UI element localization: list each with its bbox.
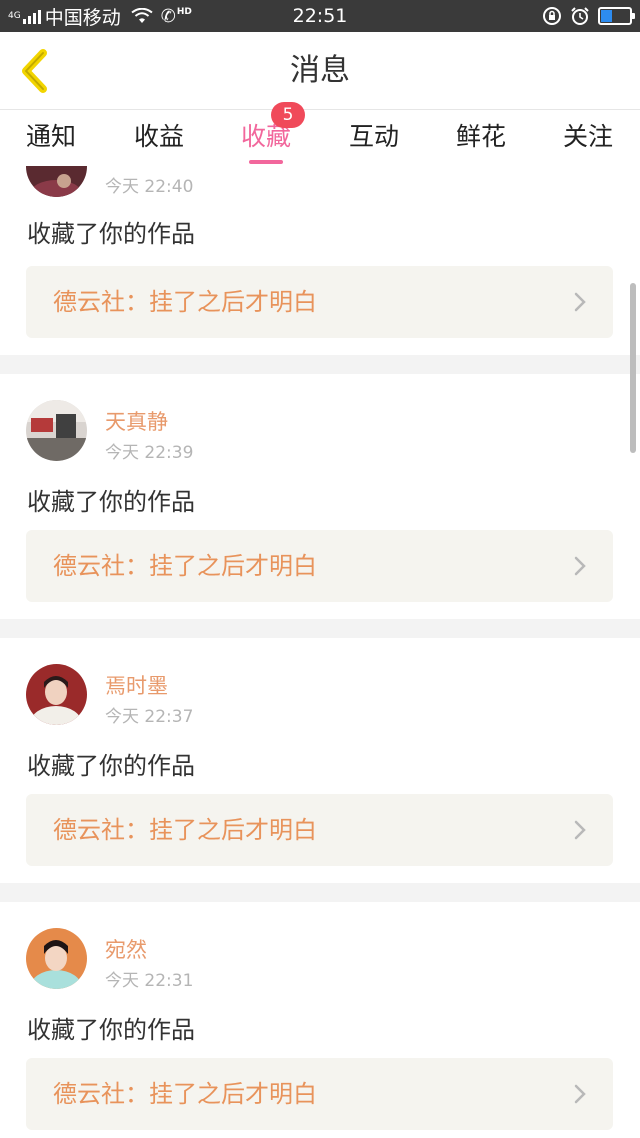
work-link[interactable]: 德云社：挂了之后才明白 <box>26 530 613 602</box>
tab-bar: 通知 收益 收藏 5 互动 鲜花 关注 <box>0 102 640 166</box>
tab-label: 鲜花 <box>455 122 506 151</box>
unread-badge: 5 <box>271 102 305 128</box>
chevron-right-icon <box>574 1084 586 1104</box>
work-title: 德云社：挂了之后才明白 <box>53 288 317 316</box>
nickname[interactable]: 焉时墨 <box>105 670 168 700</box>
message-time: 今天 22:31 <box>105 971 194 991</box>
list-item: 宛然 今天 22:31 收藏了你的作品 德云社：挂了之后才明白 <box>0 902 640 1138</box>
list-item: 今天 22:40 收藏了你的作品 德云社：挂了之后才明白 <box>0 166 640 355</box>
message-time: 今天 22:39 <box>105 443 194 463</box>
chevron-right-icon <box>574 820 586 840</box>
tab-following[interactable]: 关注 <box>548 110 628 166</box>
chevron-right-icon <box>574 292 586 312</box>
tab-favorites[interactable]: 收藏 5 <box>226 102 306 166</box>
avatar[interactable] <box>26 400 87 461</box>
work-title: 德云社：挂了之后才明白 <box>53 816 317 844</box>
tab-notifications[interactable]: 通知 <box>11 110 91 166</box>
list-item: 天真静 今天 22:39 收藏了你的作品 德云社：挂了之后才明白 <box>0 374 640 619</box>
nickname[interactable]: 天真静 <box>105 406 168 436</box>
active-tab-indicator <box>249 160 283 164</box>
battery-icon <box>598 7 635 25</box>
page-title: 消息 <box>290 53 350 88</box>
work-title: 德云社：挂了之后才明白 <box>53 552 317 580</box>
work-title: 德云社：挂了之后才明白 <box>53 1080 317 1108</box>
scrollbar[interactable] <box>630 283 636 453</box>
tab-label: 通知 <box>25 122 76 151</box>
tab-label: 收益 <box>133 122 184 151</box>
tab-label: 关注 <box>562 122 613 151</box>
avatar-image <box>26 664 87 725</box>
chevron-right-icon <box>574 556 586 576</box>
tab-label: 互动 <box>348 122 399 151</box>
tab-interactions[interactable]: 互动 <box>334 110 414 166</box>
tab-earnings[interactable]: 收益 <box>119 110 199 166</box>
nickname[interactable]: 宛然 <box>105 934 147 964</box>
avatar[interactable] <box>26 166 87 197</box>
work-link[interactable]: 德云社：挂了之后才明白 <box>26 266 613 338</box>
list-item: 焉时墨 今天 22:37 收藏了你的作品 德云社：挂了之后才明白 <box>0 638 640 883</box>
rotation-lock-icon <box>543 7 561 25</box>
message-text: 收藏了你的作品 <box>27 752 195 780</box>
message-list[interactable]: 今天 22:40 收藏了你的作品 德云社：挂了之后才明白 天真静 今天 22:3… <box>0 166 640 1138</box>
message-time: 今天 22:37 <box>105 707 194 727</box>
avatar[interactable] <box>26 928 87 989</box>
message-time: 今天 22:40 <box>105 177 194 197</box>
avatar-image <box>26 928 87 989</box>
app-header: 消息 <box>0 32 640 110</box>
message-text: 收藏了你的作品 <box>27 220 195 248</box>
message-text: 收藏了你的作品 <box>27 488 195 516</box>
avatar[interactable] <box>26 664 87 725</box>
work-link[interactable]: 德云社：挂了之后才明白 <box>26 794 613 866</box>
tab-flowers[interactable]: 鲜花 <box>441 110 521 166</box>
work-link[interactable]: 德云社：挂了之后才明白 <box>26 1058 613 1130</box>
message-text: 收藏了你的作品 <box>27 1016 195 1044</box>
alarm-icon <box>571 7 589 25</box>
avatar-image <box>26 166 87 197</box>
status-bar: 4G 中国移动 ✆ HD 22:51 <box>0 0 640 32</box>
avatar-image <box>26 400 87 461</box>
